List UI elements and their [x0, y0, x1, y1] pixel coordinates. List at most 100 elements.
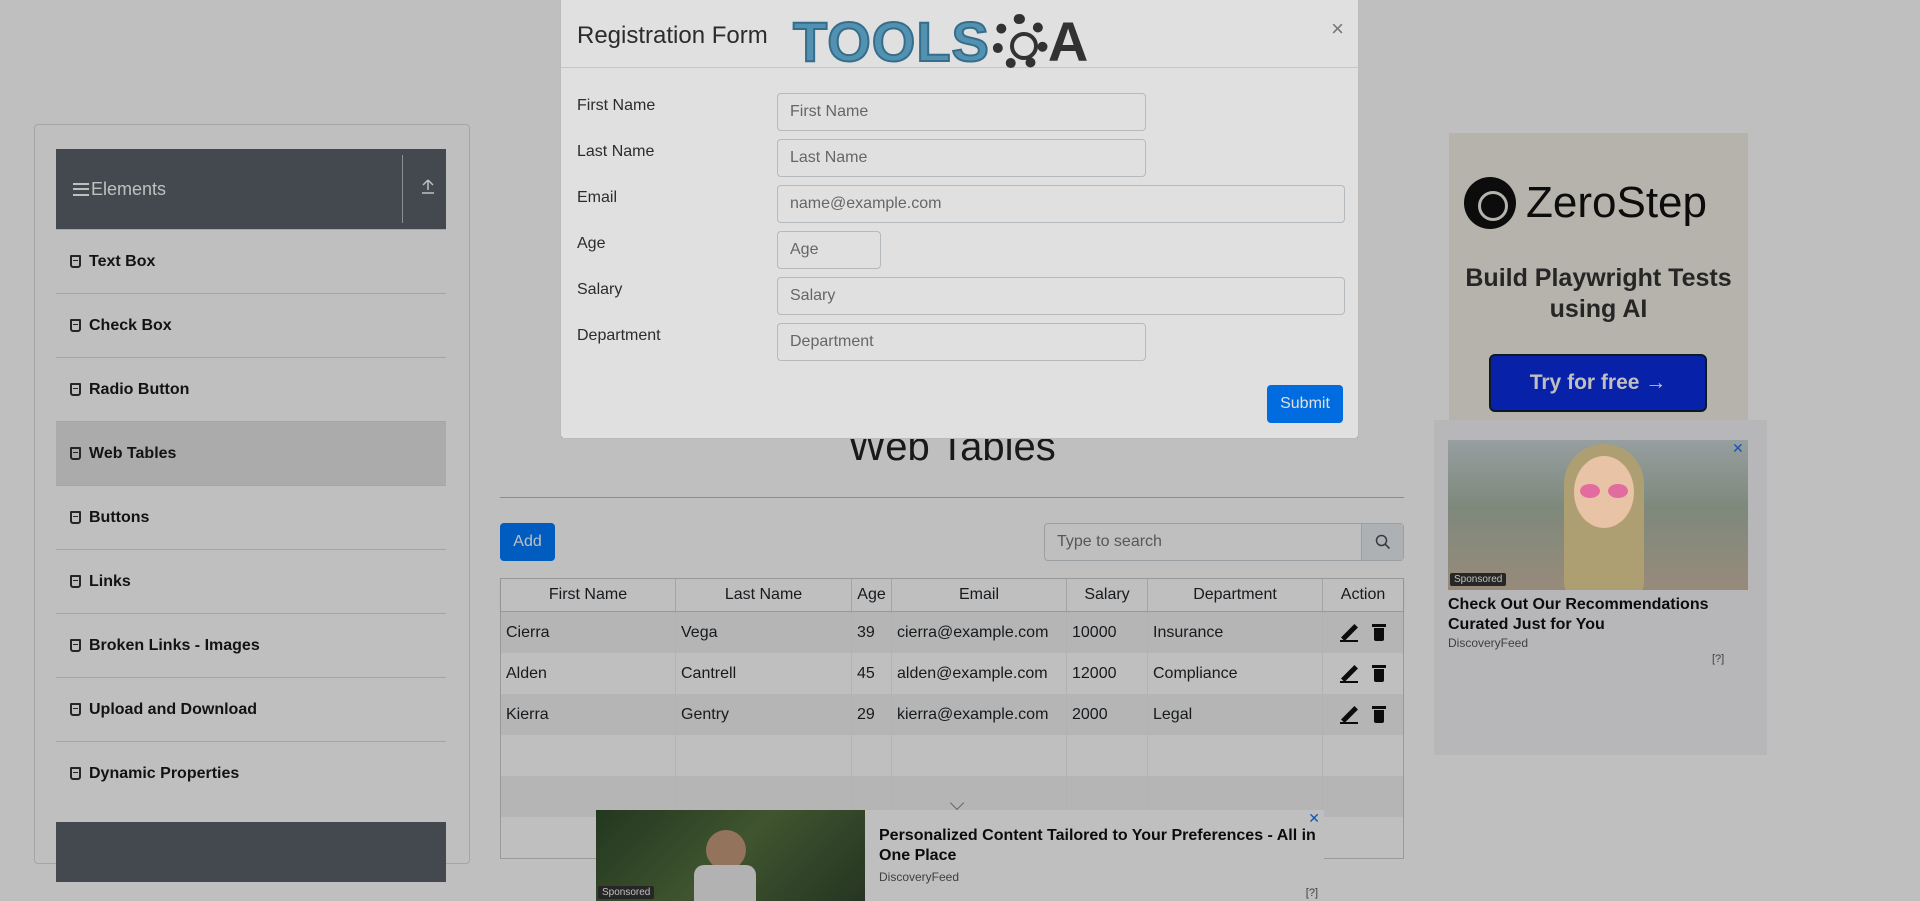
delete-icon[interactable]	[1372, 665, 1386, 682]
cell-email: cierra@example.com	[892, 612, 1067, 653]
salary-input[interactable]	[777, 277, 1345, 315]
sidebar-item-links[interactable]: Links	[56, 549, 446, 613]
sidebar-item-radio-button[interactable]: Radio Button	[56, 357, 446, 421]
last-name-label: Last Name	[577, 143, 655, 160]
adchoices-icon[interactable]: [?]	[1712, 653, 1724, 665]
cell-age: 29	[852, 694, 892, 735]
zerostep-logo-icon	[1464, 177, 1516, 229]
table-row: Alden Cantrell 45 alden@example.com 1200…	[501, 653, 1403, 694]
submit-button[interactable]: Submit	[1267, 385, 1343, 423]
sponsored-badge: Sponsored	[598, 886, 655, 899]
toolsqa-logo: TOOLS A	[792, 10, 1088, 73]
item-icon	[70, 575, 81, 588]
cell-action	[1323, 653, 1403, 694]
discovery-ad[interactable]: Sponsored ✕ Check Out Our Recommendation…	[1434, 420, 1767, 755]
bottom-banner-ad[interactable]: Sponsored Personalized Content Tailored …	[596, 810, 1324, 901]
sidebar-item-web-tables[interactable]: Web Tables	[56, 421, 446, 485]
gear-icon	[991, 14, 1048, 70]
delete-icon[interactable]	[1372, 624, 1386, 641]
cell-first-name: Alden	[501, 653, 676, 694]
salary-label: Salary	[577, 281, 623, 298]
modal-title: Registration Form	[577, 22, 768, 49]
header-age[interactable]: Age	[852, 579, 892, 611]
sidebar-item-label: Dynamic Properties	[89, 764, 240, 782]
search-box	[1044, 523, 1404, 561]
sidebar-item-upload-download[interactable]: Upload and Download	[56, 677, 446, 741]
close-icon[interactable]: ✕	[1308, 810, 1320, 827]
header-first-name[interactable]: First Name	[501, 579, 676, 611]
close-icon[interactable]: ×	[1331, 16, 1344, 42]
salary-row: Salary	[577, 277, 1345, 315]
zerostep-logo: ZeroStep	[1464, 177, 1707, 229]
department-input[interactable]	[777, 323, 1146, 361]
edit-icon[interactable]	[1340, 624, 1358, 642]
department-row: Department	[577, 323, 1146, 361]
last-name-input[interactable]	[777, 139, 1146, 177]
edit-icon[interactable]	[1340, 706, 1358, 724]
sidebar-item-label: Broken Links - Images	[89, 636, 260, 654]
item-icon	[70, 447, 81, 460]
cell-department: Insurance	[1148, 612, 1323, 653]
menu-icon	[73, 182, 89, 196]
header-email[interactable]: Email	[892, 579, 1067, 611]
age-row: Age	[577, 231, 881, 269]
sidebar-item-label: Check Box	[89, 316, 172, 334]
sponsored-badge: Sponsored	[1450, 573, 1507, 586]
header-last-name[interactable]: Last Name	[676, 579, 852, 611]
elements-menu: Text Box Check Box Radio Button Web Tabl…	[56, 229, 446, 805]
zerostep-tagline: Build Playwright Tests using AI	[1465, 264, 1732, 323]
ad-image	[1448, 440, 1748, 590]
delete-icon[interactable]	[1372, 706, 1386, 723]
edit-icon[interactable]	[1340, 665, 1358, 683]
header-salary[interactable]: Salary	[1067, 579, 1148, 611]
email-row: Email	[577, 185, 1345, 223]
sidebar-item-check-box[interactable]: Check Box	[56, 293, 446, 357]
close-icon[interactable]: ✕	[1732, 440, 1744, 457]
cell-department: Compliance	[1148, 653, 1323, 694]
logo-text: TOOLS	[792, 10, 990, 73]
header-department[interactable]: Department	[1148, 579, 1323, 611]
add-button[interactable]: Add	[500, 523, 555, 561]
title-divider	[500, 497, 1404, 498]
search-input[interactable]	[1045, 524, 1361, 560]
cell-age: 45	[852, 653, 892, 694]
sidebar-item-dynamic-properties[interactable]: Dynamic Properties	[56, 741, 446, 805]
cell-action	[1323, 694, 1403, 735]
elements-group-header[interactable]: Elements	[56, 149, 446, 229]
try-for-free-button[interactable]: Try for free →	[1489, 354, 1707, 412]
sidebar-item-text-box[interactable]: Text Box	[56, 229, 446, 293]
email-input[interactable]	[777, 185, 1345, 223]
next-group-header[interactable]	[56, 822, 446, 882]
table-header: First Name Last Name Age Email Salary De…	[501, 579, 1403, 612]
first-name-row: First Name	[577, 93, 1146, 131]
collapse-icon[interactable]	[418, 177, 438, 199]
elements-group-title: Elements	[91, 178, 167, 199]
zerostep-ad[interactable]: ZeroStep Build Playwright Tests using AI…	[1449, 133, 1748, 440]
search-icon[interactable]	[1361, 524, 1403, 560]
sidebar-item-label: Radio Button	[89, 380, 190, 398]
item-icon	[70, 383, 81, 396]
age-label: Age	[577, 235, 606, 252]
email-label: Email	[577, 189, 618, 206]
cell-email: kierra@example.com	[892, 694, 1067, 735]
item-icon	[70, 511, 81, 524]
table-row: Cierra Vega 39 cierra@example.com 10000 …	[501, 612, 1403, 653]
first-name-input[interactable]	[777, 93, 1146, 131]
last-name-row: Last Name	[577, 139, 1146, 177]
zerostep-brand: ZeroStep	[1526, 178, 1707, 227]
ad-headline[interactable]: Check Out Our Recommendations Curated Ju…	[1448, 595, 1748, 635]
age-input[interactable]	[777, 231, 881, 269]
cell-first-name: Kierra	[501, 694, 676, 735]
cell-last-name: Gentry	[676, 694, 852, 735]
sidebar-item-label: Web Tables	[89, 444, 177, 462]
ad-headline[interactable]: Personalized Content Tailored to Your Pr…	[879, 826, 1319, 866]
department-label: Department	[577, 327, 661, 344]
item-icon	[70, 319, 81, 332]
sidebar-item-buttons[interactable]: Buttons	[56, 485, 446, 549]
registration-modal: Registration Form TOOLS A × First Name L…	[560, 0, 1359, 439]
cell-last-name: Vega	[676, 612, 852, 653]
cell-salary: 2000	[1067, 694, 1148, 735]
sidebar-item-broken-links[interactable]: Broken Links - Images	[56, 613, 446, 677]
adchoices-icon[interactable]: [?]	[1306, 887, 1318, 899]
item-icon	[70, 703, 81, 716]
